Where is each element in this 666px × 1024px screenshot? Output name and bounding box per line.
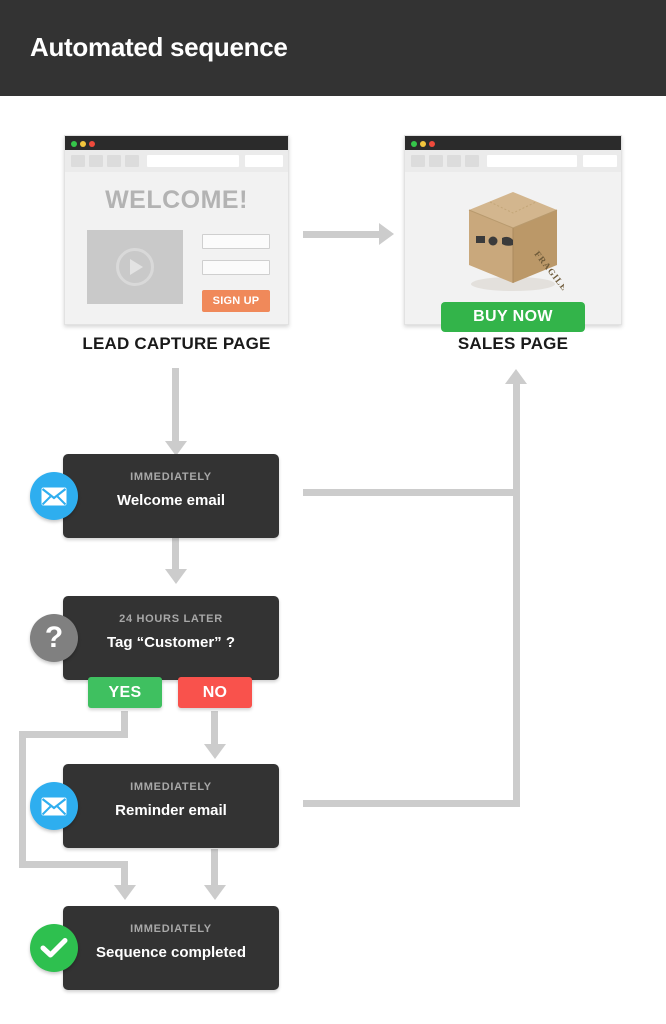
- toolbar-button-1-icon: [71, 155, 85, 167]
- node-eyebrow: IMMEDIATELY: [130, 471, 212, 483]
- node-title: Tag “Customer” ?: [106, 634, 236, 651]
- search-bar[interactable]: [245, 155, 283, 167]
- arrow-down-icon: [204, 885, 226, 900]
- toolbar-button-2-icon: [429, 155, 443, 167]
- window-maximize-dot-icon: [420, 140, 426, 147]
- connector-welcome-to-tag: [172, 538, 179, 569]
- address-bar[interactable]: [147, 155, 239, 167]
- window-close-dot-icon: [89, 140, 95, 147]
- node-eyebrow: 24 HOURS LATER: [119, 613, 223, 625]
- toolbar-button-3-icon: [447, 155, 461, 167]
- lead-capture-page-label: LEAD CAPTURE PAGE: [82, 334, 271, 353]
- sales-page-content: FRAGILE BUY NOW: [405, 172, 621, 332]
- node-eyebrow: IMMEDIATELY: [130, 923, 212, 935]
- connector-yes-left: [19, 731, 128, 738]
- cardboard-box-icon: FRAGILE: [462, 188, 570, 294]
- play-triangle-icon: [130, 259, 143, 275]
- email-field[interactable]: [202, 260, 270, 275]
- arrow-down-icon: [165, 569, 187, 584]
- sales-page-mockup: FRAGILE BUY NOW: [404, 135, 622, 332]
- toolbar-button-2-icon: [89, 155, 103, 167]
- browser-titlebar: [405, 136, 621, 150]
- node-title: Sequence completed: [95, 944, 247, 961]
- node-reminder-email[interactable]: IMMEDIATELY Reminder email: [30, 764, 279, 848]
- page-title: Automated sequence: [30, 32, 288, 62]
- arrow-down-icon: [204, 744, 226, 759]
- browser-toolbar: [405, 150, 621, 172]
- window-maximize-dot-icon: [80, 140, 86, 147]
- address-bar[interactable]: [487, 155, 577, 167]
- window-minimize-dot-icon: [411, 140, 417, 147]
- video-placeholder[interactable]: [87, 230, 183, 304]
- sales-page-label: SALES PAGE: [457, 334, 569, 353]
- node-tag-customer[interactable]: ? 24 HOURS LATER Tag “Customer” ?: [30, 596, 279, 680]
- question-mark-glyph: ?: [44, 621, 64, 654]
- node-eyebrow: IMMEDIATELY: [130, 781, 212, 793]
- sign-up-button[interactable]: SIGN UP: [202, 290, 270, 312]
- lead-capture-page-mockup: WELCOME! SIGN UP: [64, 135, 289, 325]
- node-title: Reminder email: [115, 802, 227, 819]
- connector-reminder-to-sales: [303, 800, 520, 807]
- node-title: Welcome email: [116, 492, 226, 509]
- connector-leadcapture-to-sales: [303, 231, 379, 238]
- welcome-heading: WELCOME!: [105, 186, 248, 214]
- browser-titlebar: [65, 136, 288, 150]
- toolbar-button-3-icon: [107, 155, 121, 167]
- connector-leadcapture-to-welcome: [172, 368, 179, 441]
- connector-no-to-reminder: [211, 711, 218, 744]
- connector-vertical-sales-trunk: [513, 489, 520, 804]
- node-welcome-email[interactable]: IMMEDIATELY Welcome email: [30, 454, 279, 538]
- branch-yes-button[interactable]: YES: [88, 677, 162, 708]
- branch-no-button[interactable]: NO: [178, 677, 252, 708]
- lead-capture-content: WELCOME! SIGN UP: [65, 172, 288, 324]
- connector-vertical-to-sales: [513, 384, 520, 496]
- toolbar-button-4-icon: [465, 155, 479, 167]
- arrow-right-icon: [379, 223, 394, 245]
- window-minimize-dot-icon: [71, 140, 77, 147]
- connector-yes-into-completed: [121, 861, 128, 885]
- connector-reminder-to-completed: [211, 849, 218, 885]
- name-field[interactable]: [202, 234, 270, 249]
- browser-toolbar: [65, 150, 288, 172]
- page-header: Automated sequence: [0, 0, 666, 96]
- toolbar-button-4-icon: [125, 155, 139, 167]
- search-bar[interactable]: [583, 155, 617, 167]
- node-sequence-completed[interactable]: IMMEDIATELY Sequence completed: [30, 906, 279, 990]
- connector-yes-vertical: [19, 731, 26, 868]
- connector-welcome-to-sales: [303, 489, 520, 496]
- buy-now-button[interactable]: BUY NOW: [441, 302, 585, 332]
- window-close-dot-icon: [429, 140, 435, 147]
- connector-yes-right: [19, 861, 128, 868]
- toolbar-button-1-icon: [411, 155, 425, 167]
- arrow-down-icon: [114, 885, 136, 900]
- arrow-up-icon: [505, 369, 527, 384]
